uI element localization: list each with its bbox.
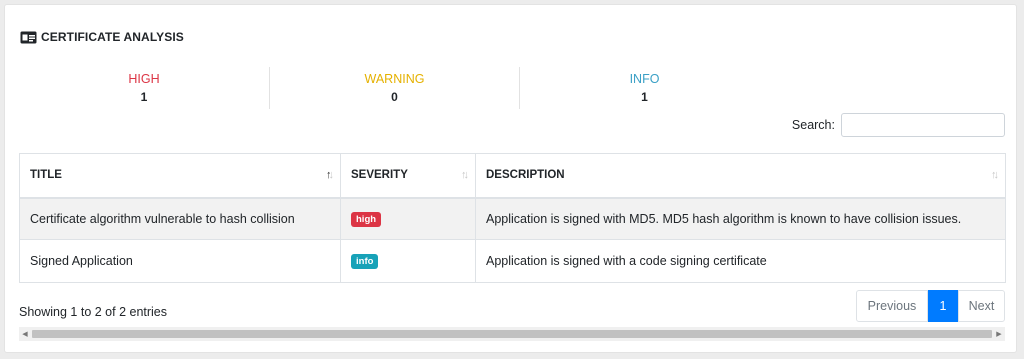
severity-badge-info: info [351, 254, 379, 269]
stat-warning-value: 0 [391, 90, 398, 104]
section-title: CERTIFICATE ANALYSIS [41, 30, 184, 44]
stat-info-value: 1 [641, 90, 648, 104]
search-input[interactable] [841, 113, 1005, 137]
stat-high-value: 1 [140, 90, 148, 104]
sort-icon: ↑↓ [461, 169, 469, 181]
cell-title: Signed Application [19, 239, 341, 283]
stat-info: INFO 1 [519, 67, 769, 109]
severity-summary: HIGH 1 WARNING 0 INFO 1 [19, 67, 769, 109]
id-card-icon [20, 31, 37, 44]
horizontal-scrollbar[interactable]: ◀ ▶ [19, 327, 1005, 341]
column-header-title[interactable]: TITLE ↑↓ [19, 153, 341, 199]
page-1-button[interactable]: 1 [928, 290, 958, 322]
sort-icon: ↑↓ [991, 169, 999, 181]
pagination: Previous 1 Next [856, 290, 1005, 322]
column-header-severity[interactable]: SEVERITY ↑↓ [340, 153, 476, 199]
next-button[interactable]: Next [958, 290, 1005, 322]
table-row: Certificate algorithm vulnerable to hash… [19, 197, 1006, 240]
cell-description: Application is signed with a code signin… [475, 239, 1006, 283]
entries-info: Showing 1 to 2 of 2 entries [19, 305, 168, 319]
severity-badge-high: high [351, 211, 382, 227]
section-header: CERTIFICATE ANALYSIS [20, 29, 184, 45]
findings-table: TITLE ↑↓ SEVERITY ↑↓ DESCRIPTION ↑↓ Cert… [19, 153, 1006, 283]
previous-button[interactable]: Previous [856, 290, 928, 322]
scroll-left-icon[interactable]: ◀ [19, 327, 31, 341]
cell-severity: info [340, 239, 476, 283]
certificate-analysis-card: CERTIFICATE ANALYSIS HIGH 1 WARNING 0 IN… [4, 4, 1017, 353]
table-header-row: TITLE ↑↓ SEVERITY ↑↓ DESCRIPTION ↑↓ [19, 153, 1006, 199]
stat-warning-label: WARNING [364, 72, 425, 86]
scroll-right-icon[interactable]: ▶ [993, 327, 1005, 341]
stat-warning: WARNING 0 [269, 67, 519, 109]
column-header-description[interactable]: DESCRIPTION ↑↓ [475, 153, 1006, 199]
stat-high: HIGH 1 [19, 67, 269, 109]
sort-asc-icon: ↑↓ [326, 169, 334, 181]
cell-description: Application is signed with MD5. MD5 hash… [475, 197, 1006, 240]
cell-title: Certificate algorithm vulnerable to hash… [19, 197, 341, 240]
cell-severity: high [340, 197, 476, 240]
stat-info-label: INFO [629, 72, 660, 86]
stat-high-label: HIGH [128, 72, 160, 86]
search-box: Search: [792, 113, 1005, 137]
table-row: Signed Application info Application is s… [19, 239, 1006, 283]
search-label: Search: [791, 118, 835, 132]
scrollbar-thumb[interactable] [32, 330, 992, 338]
